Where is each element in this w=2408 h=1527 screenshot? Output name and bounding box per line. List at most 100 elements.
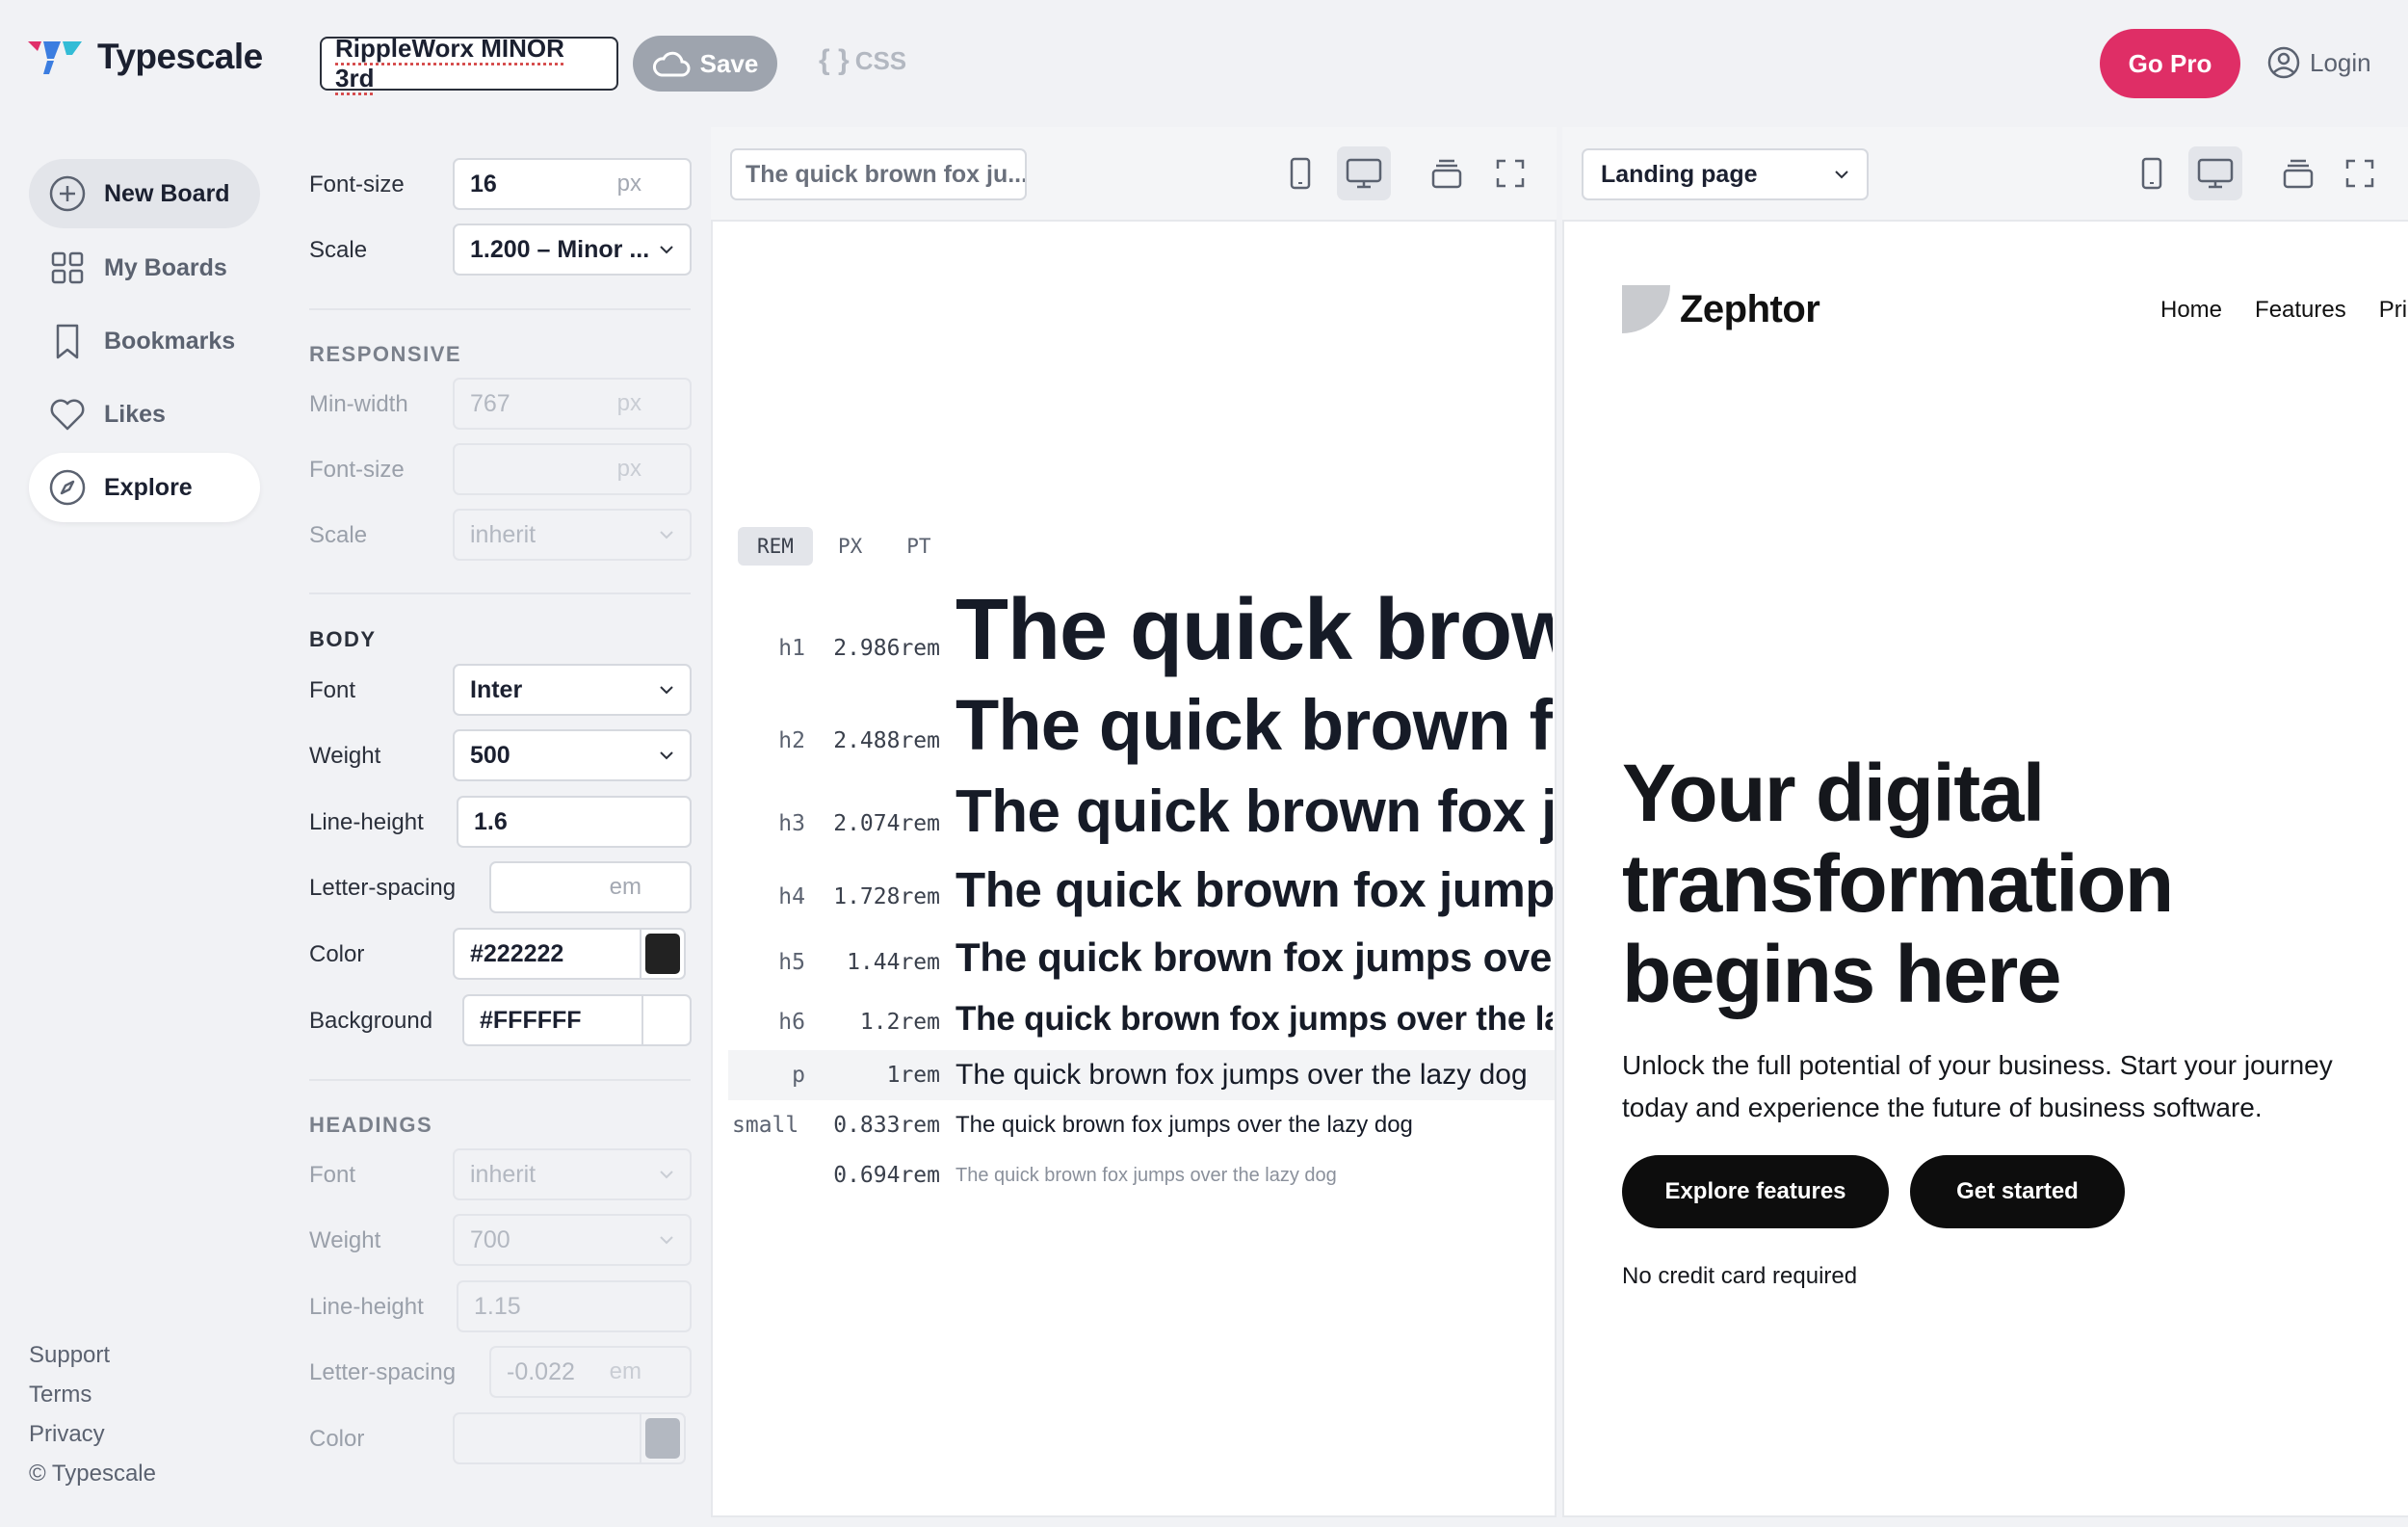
scale-row-sample-h4: The quick brown fox jumps over the lazy … xyxy=(955,862,1553,917)
mobile-view-button[interactable] xyxy=(1273,146,1327,200)
nav-new-board[interactable]: New Board xyxy=(29,159,260,228)
fullscreen-button[interactable] xyxy=(2333,146,2387,200)
body-line-height-input[interactable]: 1.6 xyxy=(457,796,692,848)
css-label: CSS xyxy=(854,45,907,75)
landing-brand-name: Zephtor xyxy=(1680,287,1820,330)
mobile-view-button[interactable] xyxy=(2125,146,2179,200)
chevron-down-icon xyxy=(660,1236,673,1245)
scale-row-size: 0.833rem xyxy=(833,1113,940,1138)
responsive-font-size-input[interactable]: px xyxy=(453,443,692,495)
desktop-view-button[interactable] xyxy=(2188,146,2242,200)
headings-letter-spacing-value: -0.022 xyxy=(507,1357,575,1385)
template-value: Landing page xyxy=(1601,160,1758,188)
landing-menu-pricing[interactable]: Pric xyxy=(2379,297,2408,324)
body-letter-spacing-input[interactable]: em xyxy=(489,861,692,913)
body-background-control: #FFFFFF xyxy=(462,994,692,1046)
body-line-height-label: Line-height xyxy=(309,809,424,835)
body-weight-select[interactable]: 500 xyxy=(453,729,692,781)
app-logo[interactable]: Typescale xyxy=(28,37,263,77)
scale-row-sample-small: The quick brown fox jumps over the lazy … xyxy=(955,1112,1413,1138)
nav-explore-label: Explore xyxy=(104,473,193,501)
headings-letter-spacing-input[interactable]: -0.022 em xyxy=(489,1346,692,1398)
user-circle-icon xyxy=(2267,46,2300,79)
desktop-icon xyxy=(1346,158,1382,189)
layers-view-button[interactable] xyxy=(1420,146,1474,200)
scale-row-size: 0.694rem xyxy=(833,1163,940,1188)
headings-font-label: Font xyxy=(309,1162,356,1188)
landing-brand[interactable]: Zephtor xyxy=(1622,285,1820,333)
hero-subtitle: Unlock the full potential of your busine… xyxy=(1622,1050,2333,1122)
cloud-icon xyxy=(652,51,691,77)
font-size-input[interactable]: 16 px xyxy=(453,158,692,210)
scale-row-tag: h3 xyxy=(778,811,805,836)
min-width-label: Min-width xyxy=(309,391,408,417)
nav-my-boards[interactable]: My Boards xyxy=(29,233,260,303)
sample-text-input[interactable]: The quick brown fox ju... xyxy=(730,148,1027,200)
login-button[interactable]: Login xyxy=(2267,46,2371,79)
scale-row-tag: h5 xyxy=(778,950,805,975)
scale-label: Scale xyxy=(309,237,368,263)
explore-features-button[interactable]: Explore features xyxy=(1622,1155,1889,1228)
braces-icon: { } xyxy=(819,44,850,76)
headings-font-select[interactable]: inherit xyxy=(453,1148,692,1200)
footer-privacy-link[interactable]: Privacy xyxy=(29,1421,105,1448)
scale-row-sample-h6: The quick brown fox jumps over the lazy … xyxy=(955,1000,1553,1038)
compass-icon xyxy=(49,469,86,506)
fullscreen-button[interactable] xyxy=(1483,146,1537,200)
scale-row-sample-p: The quick brown fox jumps over the lazy … xyxy=(955,1059,1528,1091)
headings-line-height-input[interactable]: 1.15 xyxy=(457,1280,692,1332)
tab-px[interactable]: PX xyxy=(819,527,881,566)
hero-title: Your digital transformation begins here xyxy=(1622,748,2174,1019)
nav-explore[interactable]: Explore xyxy=(29,453,260,522)
chevron-down-icon xyxy=(660,1171,673,1179)
headings-color-swatch[interactable] xyxy=(641,1412,686,1464)
tab-rem[interactable]: REM xyxy=(738,527,813,566)
footer-support-link[interactable]: Support xyxy=(29,1342,110,1369)
scale-row-sample-xs: The quick brown fox jumps over the lazy … xyxy=(955,1165,1337,1186)
divider xyxy=(309,592,691,594)
chevron-down-icon xyxy=(660,751,673,760)
board-name-input[interactable]: RippleWorx MINOR 3rd xyxy=(320,34,618,92)
layers-icon xyxy=(1431,159,1462,189)
responsive-scale-select[interactable]: inherit xyxy=(453,509,692,561)
scale-row-tag: h6 xyxy=(778,1010,805,1035)
scale-value: 1.200 – Minor ... xyxy=(470,235,650,263)
headings-color-input[interactable] xyxy=(453,1412,641,1464)
layers-icon xyxy=(2283,159,2314,189)
expand-icon xyxy=(1496,159,1525,188)
body-font-value: Inter xyxy=(470,675,523,703)
nav-likes[interactable]: Likes xyxy=(29,380,260,449)
min-width-input[interactable]: 767 px xyxy=(453,378,692,430)
desktop-view-button[interactable] xyxy=(1337,146,1391,200)
save-button[interactable]: Save xyxy=(633,36,777,92)
landing-menu-home[interactable]: Home xyxy=(2160,297,2222,324)
footer-copyright: © Typescale xyxy=(29,1461,156,1487)
responsive-section-title: RESPONSIVE xyxy=(309,342,462,366)
scale-row-size: 2.488rem xyxy=(833,728,940,753)
scale-select[interactable]: 1.200 – Minor ... xyxy=(453,224,692,276)
body-font-select[interactable]: Inter xyxy=(453,664,692,716)
headings-weight-select[interactable]: 700 xyxy=(453,1214,692,1266)
body-letter-spacing-unit: em xyxy=(609,874,641,900)
nav-bookmarks[interactable]: Bookmarks xyxy=(29,306,260,376)
save-label: Save xyxy=(699,48,759,78)
body-color-label: Color xyxy=(309,941,365,967)
get-started-button[interactable]: Get started xyxy=(1910,1155,2125,1228)
body-font-label: Font xyxy=(309,677,356,703)
headings-section-title: HEADINGS xyxy=(309,1113,433,1137)
layers-view-button[interactable] xyxy=(2271,146,2325,200)
landing-menu-features[interactable]: Features xyxy=(2255,297,2346,324)
tab-pt[interactable]: PT xyxy=(887,527,950,566)
body-color-swatch[interactable] xyxy=(641,928,686,980)
go-pro-button[interactable]: Go Pro xyxy=(2100,29,2240,98)
body-background-swatch[interactable] xyxy=(643,994,692,1046)
font-size-label: Font-size xyxy=(309,171,405,197)
footer-terms-link[interactable]: Terms xyxy=(29,1382,92,1409)
body-color-input[interactable]: #222222 xyxy=(453,928,641,980)
divider xyxy=(309,308,691,310)
template-select[interactable]: Landing page xyxy=(1582,148,1869,200)
body-background-input[interactable]: #FFFFFF xyxy=(462,994,643,1046)
scale-row-sample-h3: The quick brown fox jumps over the lazy … xyxy=(955,778,1553,845)
css-button[interactable]: { } CSS xyxy=(819,44,906,77)
body-line-height-value: 1.6 xyxy=(474,807,508,835)
